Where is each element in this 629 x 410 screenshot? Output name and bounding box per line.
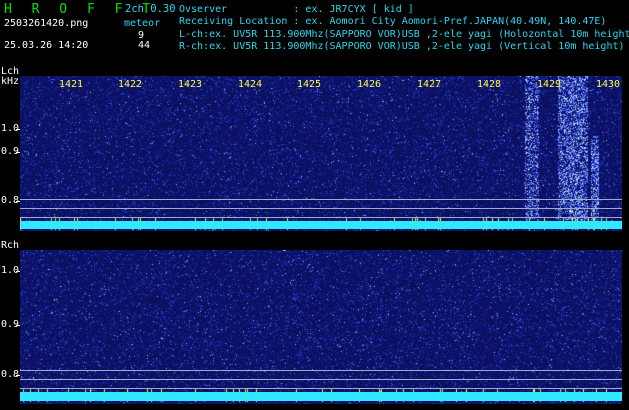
- lch-unit-label: kHz: [1, 76, 20, 87]
- meteor-label: meteor: [124, 18, 161, 29]
- location-line: Receiving Location : ex. Aomori City Aom…: [179, 16, 607, 27]
- rch-tick-mark: [16, 375, 20, 376]
- timestamp-label: 25.03.26 14:20: [4, 40, 89, 51]
- rch-spectrogram: [20, 250, 622, 404]
- time-label-1421: 1421: [59, 79, 84, 90]
- lch-info-line: L-ch:ex. UV5R 113.900Mhz(SAPPORO VOR)USB…: [179, 29, 629, 40]
- time-label-1423: 1423: [178, 79, 203, 90]
- lch-tick-mark: [16, 129, 20, 130]
- time-label-1426: 1426: [357, 79, 382, 90]
- hrofft-window: H R O F F T 2ch 0.30 2503261420.png mete…: [0, 0, 629, 410]
- rch-grid-line: [20, 370, 622, 371]
- time-label-1422: 1422: [118, 79, 143, 90]
- lch-carrier-band: [20, 221, 622, 229]
- lch-grid-line: [20, 208, 622, 209]
- time-label-1425: 1425: [297, 79, 322, 90]
- rch-spectrogram-canvas: [20, 250, 622, 404]
- lch-grid-line: [20, 217, 622, 218]
- rch-tick-mark: [16, 271, 20, 272]
- rch-grid-line: [20, 388, 622, 389]
- rch-channel-label: Rch: [1, 240, 20, 251]
- rch-carrier-band: [20, 392, 622, 401]
- rch-meteor-count: 44: [138, 40, 151, 51]
- rch-grid-line: [20, 379, 622, 380]
- observer-line: Ovserver : ex. JR7CYX [ kid ]: [179, 4, 414, 15]
- lch-tick-mark: [16, 201, 20, 202]
- rch-info-line: R-ch:ex. UV5R 113.900Mhz(SAPPORO VOR)USB…: [179, 41, 625, 52]
- time-label-1427: 1427: [417, 79, 442, 90]
- time-label-1428: 1428: [477, 79, 502, 90]
- rch-tick-mark: [16, 325, 20, 326]
- filename-label: 2503261420.png: [4, 18, 89, 29]
- version-label: 2ch 0.30: [125, 3, 176, 15]
- lch-spectrogram: [20, 76, 622, 231]
- lch-tick-mark: [16, 152, 20, 153]
- time-label-1430: 1430: [596, 79, 621, 90]
- time-label-1429: 1429: [537, 79, 562, 90]
- time-label-1424: 1424: [238, 79, 263, 90]
- lch-grid-line: [20, 199, 622, 200]
